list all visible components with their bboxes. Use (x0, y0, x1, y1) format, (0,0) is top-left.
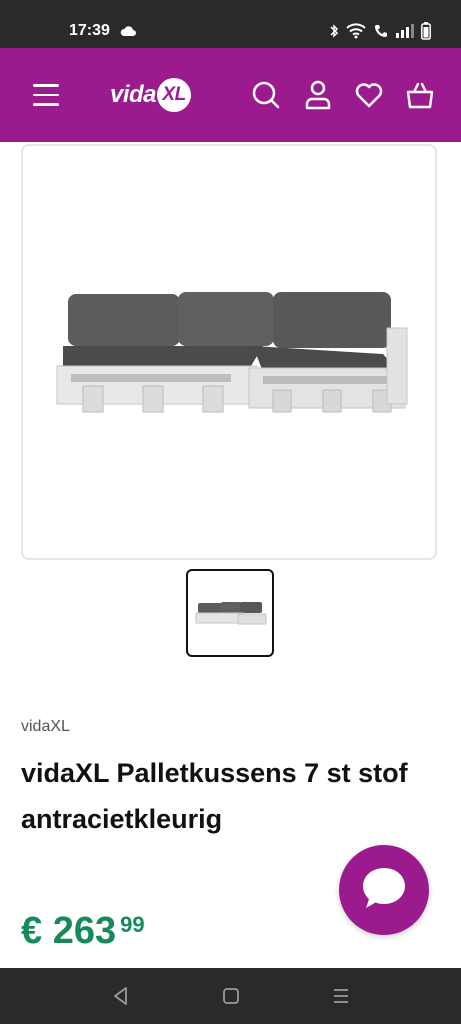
battery-icon (421, 22, 431, 45)
system-navigation-bar (0, 968, 461, 1024)
chat-bubble-icon (358, 862, 410, 919)
basket-icon[interactable] (405, 80, 435, 110)
wifi-call-icon (373, 23, 389, 44)
logo-text: vida (110, 81, 157, 108)
logo-badge: XL (157, 78, 192, 112)
recent-apps-icon[interactable] (329, 984, 353, 1008)
product-brand[interactable]: vidaXL (21, 718, 70, 736)
bluetooth-icon (329, 23, 339, 44)
price-main: € 263 (21, 910, 117, 952)
signal-icon (396, 24, 414, 43)
chat-button[interactable] (339, 845, 429, 935)
search-icon[interactable] (251, 80, 281, 110)
product-image[interactable] (21, 144, 437, 560)
vidaxl-logo[interactable]: vida XL (110, 78, 192, 112)
pallet-sofa-illustration (56, 292, 408, 413)
hamburger-menu-icon[interactable] (33, 84, 59, 106)
price-cents: 99 (120, 912, 145, 937)
heart-icon[interactable] (354, 80, 384, 110)
product-price: € 263 99 (21, 910, 145, 953)
back-icon[interactable] (109, 984, 133, 1008)
status-bar: 17:39 (0, 0, 461, 48)
product-thumbnail[interactable] (186, 569, 274, 657)
system-icons (329, 22, 431, 45)
wifi-icon (346, 23, 366, 44)
status-time: 17:39 (69, 22, 110, 39)
site-header: vida XL (0, 48, 461, 142)
user-icon[interactable] (303, 80, 333, 110)
home-icon[interactable] (219, 984, 243, 1008)
product-title: vidaXL Palletkussens 7 st stof antraciet… (21, 758, 408, 834)
cloud-icon (120, 24, 136, 42)
